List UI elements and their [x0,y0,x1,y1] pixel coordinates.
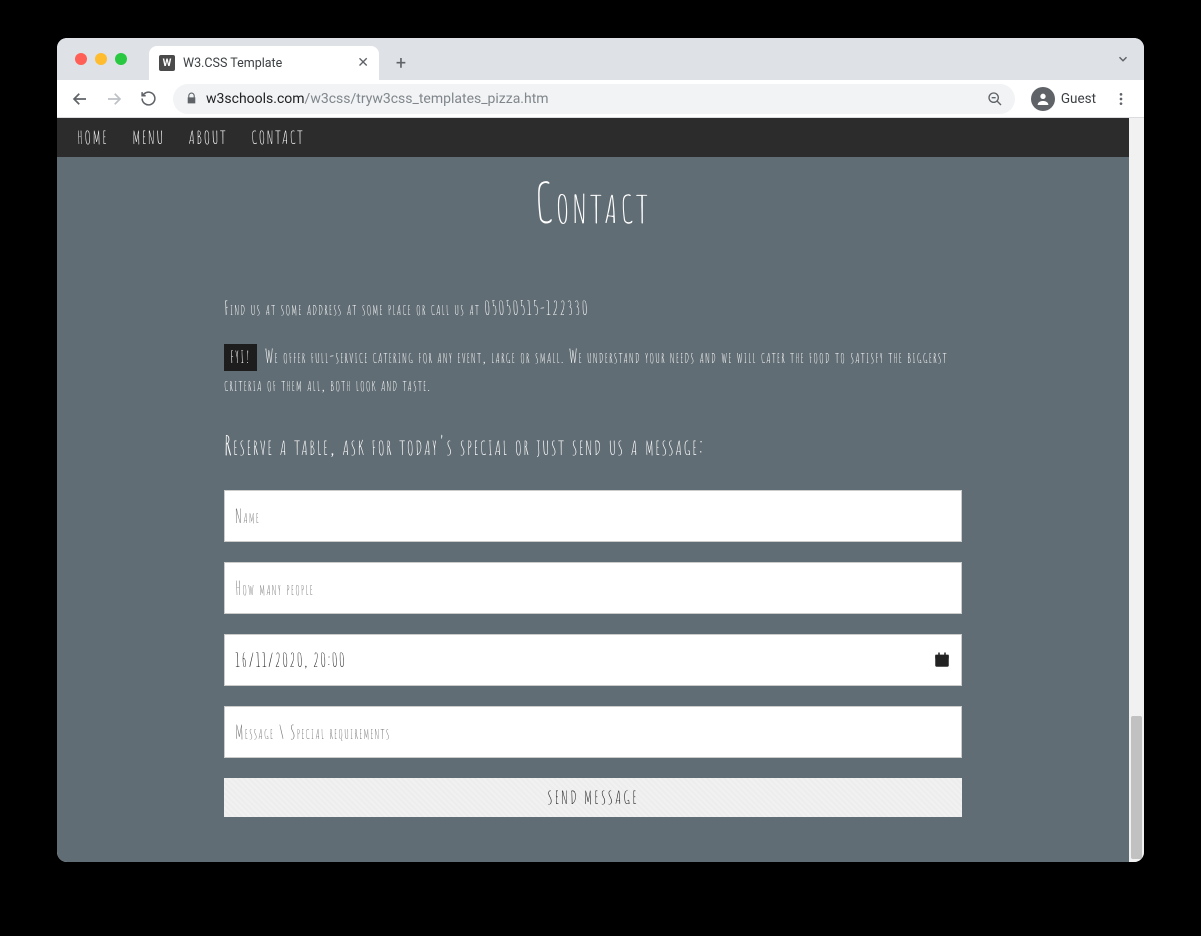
favicon-icon: W [159,55,175,71]
send-message-button[interactable]: SEND MESSAGE [224,778,962,817]
browser-toolbar: w3schools.com/w3css/tryw3css_templates_p… [57,80,1144,118]
browser-tab[interactable]: W W3.CSS Template ✕ [149,46,379,80]
profile-label: Guest [1061,91,1096,107]
url-path: /w3css/tryw3css_templates_pizza.htm [305,91,549,107]
page-viewport: HOME MENU ABOUT CONTACT Contact Find us … [57,118,1144,862]
lock-icon [185,92,198,105]
site-nav: HOME MENU ABOUT CONTACT [57,118,1129,157]
tab-title: W3.CSS Template [183,56,282,71]
reload-button[interactable] [133,84,163,114]
browser-window: W W3.CSS Template ✕ + w3schools.com/w3cs… [57,38,1144,862]
name-placeholder: Name [235,504,260,528]
contact-address-text: Find us at some address at some place or… [224,295,962,323]
calendar-icon[interactable] [933,651,951,669]
message-placeholder: Message \ Special requirements [235,720,391,744]
new-tab-button[interactable]: + [387,49,415,77]
close-tab-button[interactable]: ✕ [357,55,369,71]
url-host: w3schools.com [206,91,305,107]
contact-fyi-text: FYI! We offer full-service catering for … [224,343,962,399]
close-window-button[interactable] [75,53,87,65]
fyi-badge: FYI! [224,344,257,371]
tab-strip: W W3.CSS Template ✕ + [57,38,1144,80]
datetime-input[interactable]: 16/11/2020, 20:00 [224,634,962,686]
fyi-body: We offer full-service catering for any e… [224,344,948,396]
forward-button[interactable] [99,84,129,114]
vertical-scrollbar[interactable] [1129,118,1144,862]
chevron-down-icon[interactable] [1116,52,1130,66]
profile-button[interactable]: Guest [1025,85,1102,113]
back-button[interactable] [65,84,95,114]
nav-about[interactable]: ABOUT [177,119,240,157]
nav-home[interactable]: HOME [65,119,120,157]
scrollbar-thumb[interactable] [1131,716,1142,859]
avatar-icon [1031,87,1055,111]
people-input[interactable]: How many people [224,562,962,614]
nav-menu[interactable]: MENU [120,119,176,157]
address-bar[interactable]: w3schools.com/w3css/tryw3css_templates_p… [173,84,1015,114]
message-input[interactable]: Message \ Special requirements [224,706,962,758]
maximize-window-button[interactable] [115,53,127,65]
minimize-window-button[interactable] [95,53,107,65]
contact-section: Contact Find us at some address at some … [57,157,1129,862]
window-controls [75,53,127,65]
nav-contact[interactable]: CONTACT [239,119,316,157]
reserve-heading: Reserve a table, ask for today's special… [224,428,962,462]
page-title: Contact [57,169,1129,237]
zoom-icon[interactable] [987,91,1003,107]
people-placeholder: How many people [235,576,314,600]
browser-menu-button[interactable] [1106,84,1136,114]
datetime-value: 16/11/2020, 20:00 [235,648,346,672]
name-input[interactable]: Name [224,490,962,542]
